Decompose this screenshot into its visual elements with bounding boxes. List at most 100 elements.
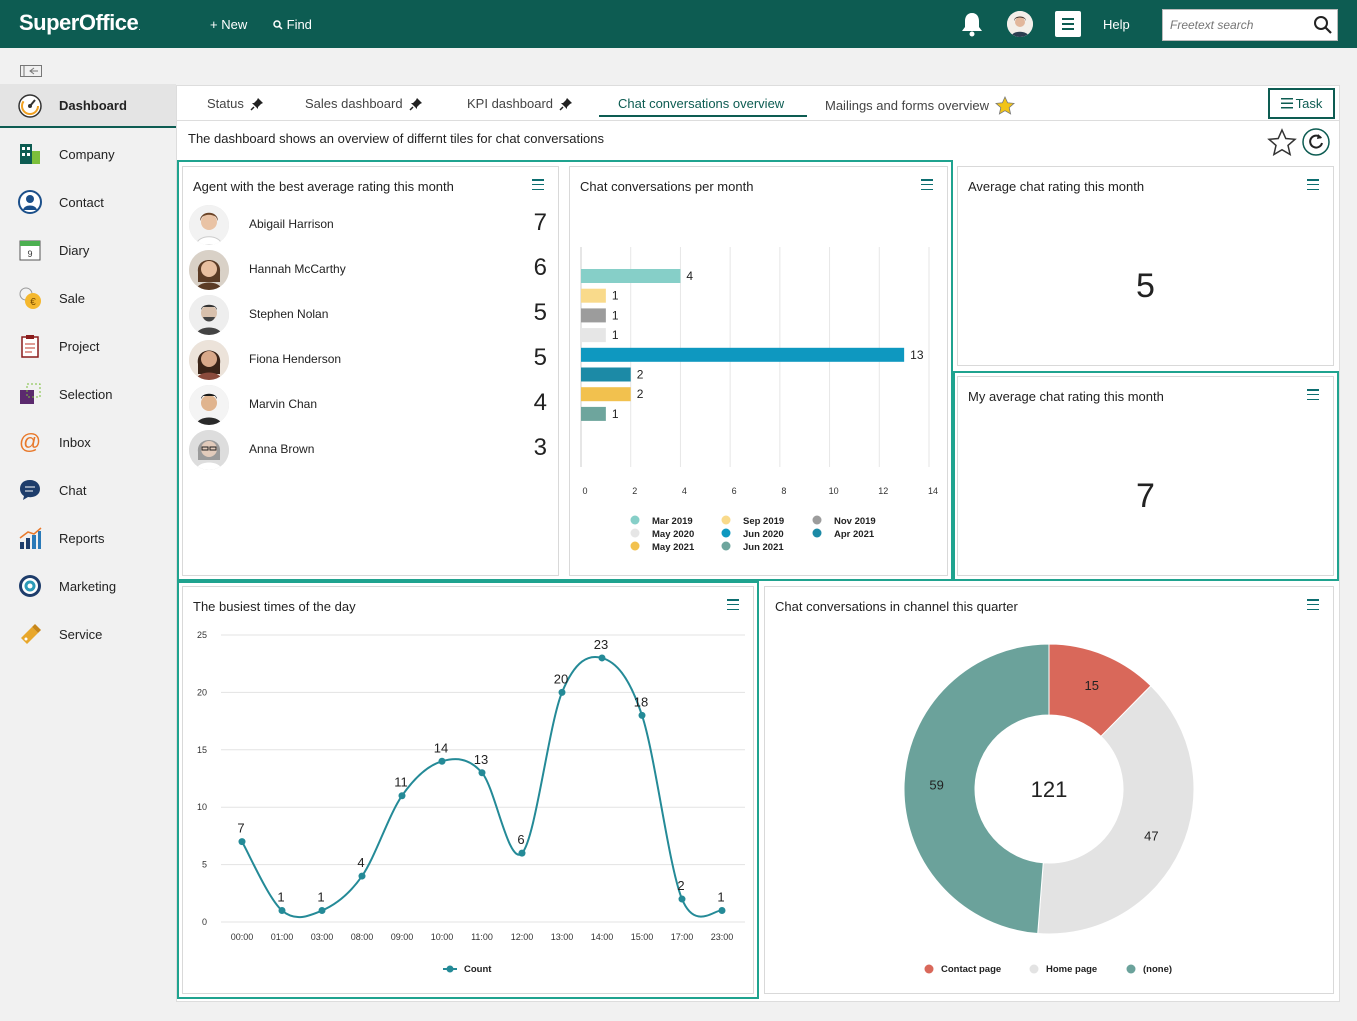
data-label: 20 bbox=[554, 671, 568, 686]
diary-icon: 9 bbox=[19, 240, 41, 261]
data-point bbox=[478, 769, 486, 777]
legend-marker bbox=[812, 515, 822, 525]
tile-menu-icon[interactable] bbox=[1307, 179, 1319, 191]
company-icon bbox=[20, 144, 40, 164]
x-tick-label: 14 bbox=[928, 486, 938, 496]
agent-row[interactable]: Marvin Chan 4 bbox=[183, 383, 563, 427]
pin-icon[interactable] bbox=[409, 97, 423, 111]
sidebar-item-contact[interactable]: Contact bbox=[0, 180, 176, 224]
sidebar-item-chat[interactable]: Chat bbox=[0, 468, 176, 512]
bar bbox=[581, 308, 606, 323]
agent-name: Marvin Chan bbox=[249, 397, 318, 411]
tile-menu-icon[interactable] bbox=[1307, 389, 1319, 401]
sidebar-item-inbox[interactable]: @ Inbox bbox=[0, 420, 176, 464]
agent-row[interactable]: Stephen Nolan 5 bbox=[183, 293, 563, 337]
agent-row[interactable]: Fiona Henderson 5 bbox=[183, 338, 563, 382]
project-icon bbox=[21, 335, 39, 358]
search-icon[interactable] bbox=[1313, 15, 1333, 35]
tab-status[interactable]: Status bbox=[207, 96, 264, 111]
donut-slice bbox=[903, 643, 1050, 935]
pin-icon[interactable] bbox=[250, 97, 264, 111]
tab-kpi-dashboard[interactable]: KPI dashboard bbox=[467, 96, 573, 111]
hamburger-icon bbox=[1280, 98, 1293, 109]
data-point bbox=[558, 688, 566, 696]
x-tick-label: 14:00 bbox=[591, 932, 614, 942]
help-link[interactable]: Help bbox=[1103, 17, 1130, 32]
tab-chat-conversations-overview[interactable]: Chat conversations overview bbox=[618, 96, 784, 111]
find-button[interactable]: Find bbox=[273, 17, 312, 32]
legend-marker bbox=[812, 528, 822, 538]
sidebar-item-label: Reports bbox=[59, 530, 105, 546]
sidebar: Dashboard Company Contact 9 Diary € Sale… bbox=[0, 48, 176, 1021]
sidebar-item-selection[interactable]: Selection bbox=[0, 372, 176, 416]
sidebar-item-marketing[interactable]: Marketing bbox=[0, 564, 176, 608]
agent-row[interactable]: Anna Brown 3 bbox=[183, 428, 563, 472]
pin-icon[interactable] bbox=[559, 97, 573, 111]
agent-row[interactable]: Hannah McCarthy 6 bbox=[183, 248, 563, 292]
star-icon[interactable] bbox=[995, 96, 1015, 115]
x-tick-label: 12:00 bbox=[511, 932, 534, 942]
data-label: 18 bbox=[634, 694, 648, 709]
sidebar-item-dashboard[interactable]: Dashboard bbox=[0, 84, 176, 128]
tab-sales-dashboard[interactable]: Sales dashboard bbox=[305, 96, 423, 111]
tile-menu-icon[interactable] bbox=[532, 179, 544, 191]
collapse-sidebar-icon[interactable] bbox=[20, 65, 42, 77]
my-average-rating-tile: My average chat rating this month 7 bbox=[957, 376, 1334, 576]
conversations-per-month-chart: 0 2 4 6 8 10 12 14 4 1 1 1 13 2 2 1 Mar 2019 Sep 2019 Nov … bbox=[580, 247, 938, 553]
contact-icon bbox=[18, 190, 42, 214]
new-button[interactable]: + New bbox=[210, 17, 247, 32]
legend-marker bbox=[924, 964, 934, 974]
agent-name: Anna Brown bbox=[249, 442, 315, 456]
favorite-star-icon[interactable] bbox=[1267, 128, 1297, 156]
sidebar-item-company[interactable]: Company bbox=[0, 132, 176, 176]
x-tick-label: 08:00 bbox=[351, 932, 374, 942]
bar-value-label: 13 bbox=[910, 348, 924, 362]
data-point bbox=[358, 872, 366, 880]
tab-mailings-and-forms-overview[interactable]: Mailings and forms overview bbox=[825, 96, 1015, 115]
y-tick-label: 15 bbox=[197, 745, 207, 755]
sidebar-item-sale[interactable]: € Sale bbox=[0, 276, 176, 320]
legend-label: (none) bbox=[1143, 964, 1172, 975]
refresh-icon[interactable] bbox=[1302, 128, 1330, 156]
sidebar-item-label: Sale bbox=[59, 290, 86, 306]
menu-icon[interactable] bbox=[1055, 11, 1081, 37]
sidebar-item-service[interactable]: Service bbox=[0, 612, 176, 656]
legend-label: May 2021 bbox=[652, 542, 695, 553]
x-tick-label: 03:00 bbox=[311, 932, 334, 942]
agent-score: 6 bbox=[533, 254, 547, 281]
data-label: 2 bbox=[677, 878, 684, 893]
svg-text:@: @ bbox=[19, 430, 41, 454]
legend-marker bbox=[630, 541, 640, 551]
sidebar-item-label: Project bbox=[59, 338, 100, 354]
marketing-icon bbox=[19, 575, 41, 597]
busiest-times-chart: 0 5 10 15 20 25 00:00 01:00 03:00 08:00 09:00 10:00… bbox=[197, 630, 745, 975]
freetext-search-input[interactable] bbox=[1163, 10, 1303, 40]
agent-row[interactable]: Abigail Harrison 7 bbox=[183, 203, 563, 247]
bar-value-label: 1 bbox=[612, 328, 619, 342]
sidebar-item-reports[interactable]: Reports bbox=[0, 516, 176, 560]
data-label: 1 bbox=[277, 890, 284, 905]
x-tick-label: 12 bbox=[878, 486, 888, 496]
data-label: 14 bbox=[434, 740, 448, 755]
legend-marker bbox=[721, 528, 731, 538]
user-avatar[interactable] bbox=[1007, 11, 1033, 37]
agent-name: Fiona Henderson bbox=[249, 352, 342, 366]
inbox-icon: @ bbox=[19, 430, 41, 454]
active-tab-indicator bbox=[599, 115, 807, 117]
sidebar-item-label: Chat bbox=[59, 482, 87, 498]
data-label: 23 bbox=[594, 637, 608, 652]
sidebar-item-diary[interactable]: 9 Diary bbox=[0, 228, 176, 272]
bell-icon[interactable] bbox=[960, 11, 984, 37]
x-tick-label: 11:00 bbox=[471, 932, 493, 942]
avatar bbox=[189, 385, 229, 425]
data-point bbox=[638, 711, 646, 719]
bar-value-label: 1 bbox=[612, 407, 619, 421]
superoffice-logo[interactable]: SuperOffice. bbox=[19, 10, 140, 36]
sidebar-item-label: Company bbox=[59, 146, 115, 162]
sidebar-item-project[interactable]: Project bbox=[0, 324, 176, 368]
task-button[interactable]: Task bbox=[1268, 88, 1335, 119]
bar-value-label: 1 bbox=[612, 289, 619, 303]
legend-label: Home page bbox=[1046, 964, 1097, 975]
avatar bbox=[189, 250, 229, 290]
bar bbox=[581, 328, 606, 343]
